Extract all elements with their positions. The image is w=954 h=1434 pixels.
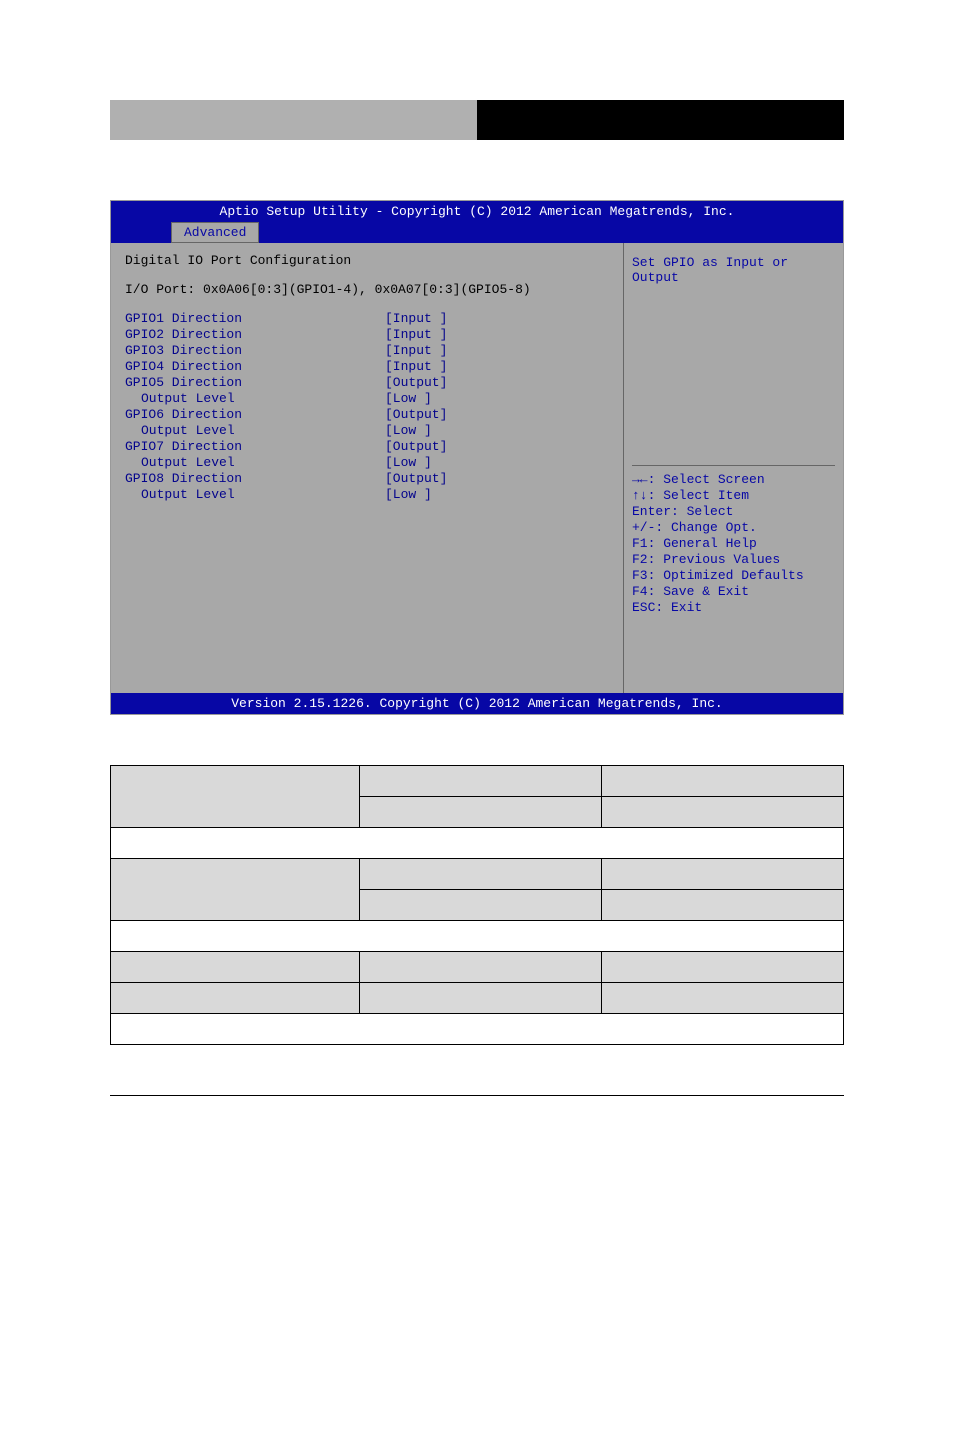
bios-side-panel: Set GPIO as Input or Output →←: Select S… (623, 243, 843, 693)
options-table (110, 765, 844, 1045)
bios-setting-row[interactable]: GPIO3 Direction[Input ] (125, 343, 609, 359)
table-row (111, 921, 844, 952)
table-row (111, 1014, 844, 1045)
bios-title-bar: Aptio Setup Utility - Copyright (C) 2012… (111, 201, 843, 222)
table-row (111, 952, 844, 983)
header-left (110, 100, 477, 140)
setting-value[interactable]: [Low ] (385, 391, 432, 407)
key-legend: →←: Select Screen↑↓: Select ItemEnter: S… (632, 472, 835, 616)
bios-setting-row[interactable]: GPIO7 Direction[Output] (125, 439, 609, 455)
setting-value[interactable]: [Output] (385, 407, 447, 423)
bios-setting-row[interactable]: Output Level[Low ] (125, 423, 609, 439)
table-row (111, 828, 844, 859)
key-hint: +/-: Change Opt. (632, 520, 835, 536)
setting-label: GPIO1 Direction (125, 311, 385, 327)
bios-window: Aptio Setup Utility - Copyright (C) 2012… (110, 200, 844, 715)
key-hint: →←: Select Screen (632, 472, 835, 488)
setting-label: GPIO4 Direction (125, 359, 385, 375)
tab-advanced[interactable]: Advanced (171, 222, 259, 243)
table-row (111, 859, 844, 890)
side-divider (632, 465, 835, 466)
table-cell (111, 983, 360, 1014)
section-title: Digital IO Port Configuration (125, 253, 609, 268)
setting-value[interactable]: [Low ] (385, 455, 432, 471)
setting-label: GPIO7 Direction (125, 439, 385, 455)
table-cell (111, 766, 360, 828)
table-cell (111, 828, 844, 859)
table-cell (111, 921, 844, 952)
bios-setting-row[interactable]: GPIO5 Direction[Output] (125, 375, 609, 391)
bios-setting-row[interactable]: GPIO6 Direction[Output] (125, 407, 609, 423)
bios-setting-row[interactable]: Output Level[Low ] (125, 487, 609, 503)
table-cell (111, 1014, 844, 1045)
table-cell (360, 766, 602, 797)
bios-setting-row[interactable]: GPIO1 Direction[Input ] (125, 311, 609, 327)
setting-value[interactable]: [Input ] (385, 359, 447, 375)
setting-label: Output Level (125, 391, 385, 407)
setting-label: GPIO5 Direction (125, 375, 385, 391)
setting-label: Output Level (125, 487, 385, 503)
setting-value[interactable]: [Low ] (385, 487, 432, 503)
setting-label: GPIO6 Direction (125, 407, 385, 423)
key-hint: ESC: Exit (632, 600, 835, 616)
bios-setting-row[interactable]: GPIO4 Direction[Input ] (125, 359, 609, 375)
setting-label: Output Level (125, 423, 385, 439)
table-cell (602, 890, 844, 921)
table-cell (360, 890, 602, 921)
key-hint: F3: Optimized Defaults (632, 568, 835, 584)
bios-main-panel: Digital IO Port Configuration I/O Port: … (111, 243, 623, 693)
setting-value[interactable]: [Low ] (385, 423, 432, 439)
table-cell (360, 952, 602, 983)
key-hint: F2: Previous Values (632, 552, 835, 568)
io-port-info: I/O Port: 0x0A06[0:3](GPIO1-4), 0x0A07[0… (125, 282, 609, 297)
setting-label: GPIO3 Direction (125, 343, 385, 359)
key-hint: Enter: Select (632, 504, 835, 520)
table-cell (360, 983, 602, 1014)
setting-value[interactable]: [Output] (385, 471, 447, 487)
page-footer-line (110, 1095, 844, 1096)
table-cell (360, 797, 602, 828)
bios-setting-row[interactable]: Output Level[Low ] (125, 455, 609, 471)
table-cell (602, 766, 844, 797)
table-cell (602, 859, 844, 890)
key-hint: ↑↓: Select Item (632, 488, 835, 504)
setting-value[interactable]: [Output] (385, 439, 447, 455)
table-cell (111, 859, 360, 921)
setting-value[interactable]: [Input ] (385, 343, 447, 359)
setting-value[interactable]: [Input ] (385, 311, 447, 327)
table-cell (602, 952, 844, 983)
setting-value[interactable]: [Output] (385, 375, 447, 391)
bios-setting-row[interactable]: GPIO2 Direction[Input ] (125, 327, 609, 343)
table-cell (602, 797, 844, 828)
key-hint: F1: General Help (632, 536, 835, 552)
setting-label: GPIO8 Direction (125, 471, 385, 487)
bios-setting-row[interactable]: Output Level[Low ] (125, 391, 609, 407)
setting-label: GPIO2 Direction (125, 327, 385, 343)
table-row (111, 766, 844, 797)
table-row (111, 983, 844, 1014)
key-hint: F4: Save & Exit (632, 584, 835, 600)
help-text: Set GPIO as Input or Output (632, 255, 835, 285)
header-right (477, 100, 844, 140)
bios-setting-row[interactable]: GPIO8 Direction[Output] (125, 471, 609, 487)
bios-footer: Version 2.15.1226. Copyright (C) 2012 Am… (111, 693, 843, 714)
setting-value[interactable]: [Input ] (385, 327, 447, 343)
table-cell (111, 952, 360, 983)
bios-tab-bar: Advanced (111, 222, 843, 243)
header-bar (110, 100, 844, 140)
table-cell (602, 983, 844, 1014)
table-cell (360, 859, 602, 890)
setting-label: Output Level (125, 455, 385, 471)
